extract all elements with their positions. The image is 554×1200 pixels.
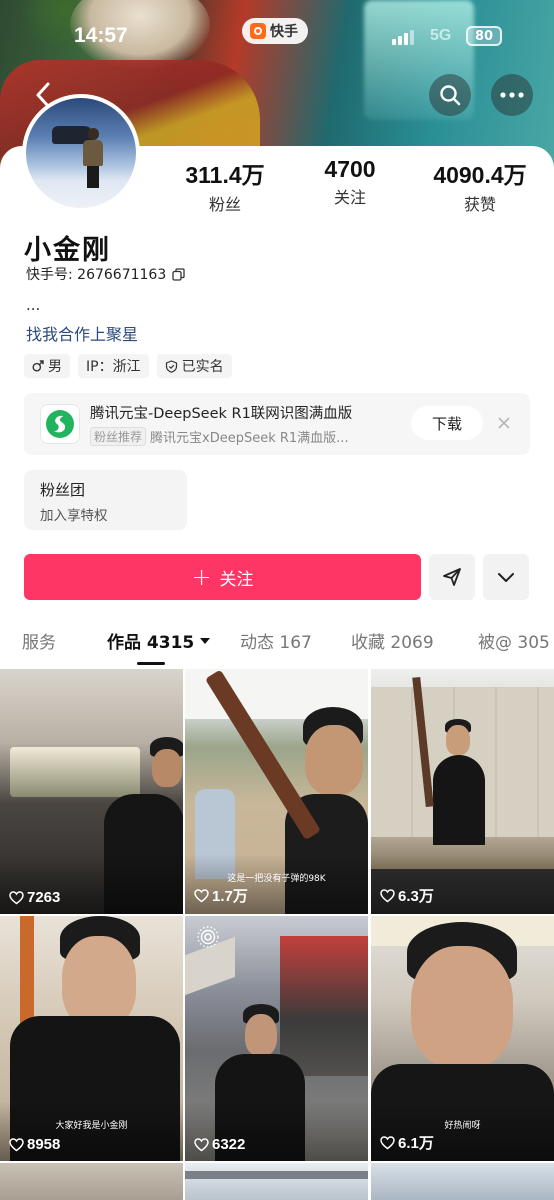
tab-mentions[interactable]: 被@ 305 xyxy=(478,628,550,653)
heart-icon xyxy=(380,888,395,902)
profile-tags: 男 IP：浙江 已实名 xyxy=(24,354,232,378)
bio-text: ... xyxy=(26,296,41,314)
app-name: 快手 xyxy=(270,24,298,40)
more-dots-icon xyxy=(500,92,524,98)
active-tab-indicator xyxy=(137,662,165,665)
tag-label: IP：浙江 xyxy=(86,359,141,375)
expand-button[interactable] xyxy=(483,554,529,600)
tab-label: 被@ 305 xyxy=(478,633,550,653)
stat-likes[interactable]: 4090.4万 获赞 xyxy=(420,156,540,215)
caret-down-icon xyxy=(200,637,211,644)
app-ad-banner[interactable]: 腾讯元宝-DeepSeek R1联网识图满血版 粉丝推荐 腾讯元宝xDeepSe… xyxy=(24,393,530,455)
video-likes: 1.7万 xyxy=(194,885,248,906)
verified-shield-icon xyxy=(165,359,177,373)
tab-moments[interactable]: 动态 167 xyxy=(240,628,312,653)
send-icon xyxy=(443,568,461,586)
video-thumbnail[interactable]: 大家好我是小金刚 8958 xyxy=(0,916,183,1161)
video-thumbnail[interactable]: 这是一把没有子弹的98K 1.7万 xyxy=(185,669,368,914)
app-indicator-pill[interactable]: 快手 xyxy=(242,18,308,44)
kwai-id-text: 快手号: 2676671163 xyxy=(26,267,167,283)
bio-link[interactable]: 找我合作上聚星 xyxy=(26,321,138,345)
yuanbao-logo-icon xyxy=(40,404,80,444)
ad-subtitle: 腾讯元宝xDeepSeek R1满血版... xyxy=(150,431,349,446)
follow-label: 关注 xyxy=(219,569,254,590)
profile-stats: 311.4万 粉丝 4700 关注 4090.4万 获赞 xyxy=(170,156,540,215)
stat-fans[interactable]: 311.4万 粉丝 xyxy=(170,156,280,215)
search-icon xyxy=(440,85,461,106)
search-button[interactable] xyxy=(429,74,471,116)
stat-label: 获赞 xyxy=(463,195,496,214)
video-caption: 大家好我是小金刚 xyxy=(55,1121,128,1131)
tab-services[interactable]: 服务 xyxy=(22,628,56,653)
heart-icon xyxy=(380,1135,395,1149)
tag-gender: 男 xyxy=(24,354,70,378)
send-message-button[interactable] xyxy=(429,554,475,600)
stat-value: 311.4万 xyxy=(185,162,265,188)
fans-club-title: 粉丝团 xyxy=(40,481,86,499)
avatar[interactable] xyxy=(22,94,140,212)
battery-level: 80 xyxy=(474,28,494,44)
kuaishou-logo-icon xyxy=(250,23,266,39)
more-button[interactable] xyxy=(491,74,533,116)
plus-icon: + xyxy=(191,563,212,591)
heart-icon xyxy=(194,1137,209,1151)
close-ad-button[interactable] xyxy=(494,413,514,433)
video-likes: 6.1万 xyxy=(380,1132,434,1153)
ad-subtitle-row: 粉丝推荐 腾讯元宝xDeepSeek R1满血版... xyxy=(90,427,349,446)
tag-ip: IP：浙江 xyxy=(78,354,149,378)
profile-tabs: 服务 作品 4315 动态 167 收藏 2069 被@ 305 xyxy=(0,628,554,668)
video-likes: 7263 xyxy=(9,889,60,906)
signal-icon xyxy=(392,30,414,45)
stat-label: 粉丝 xyxy=(208,195,241,214)
follow-button[interactable]: + 关注 xyxy=(24,554,421,600)
male-icon xyxy=(32,360,44,372)
ad-title: 腾讯元宝-DeepSeek R1联网识图满血版 xyxy=(90,406,353,422)
heart-icon xyxy=(9,1137,24,1151)
video-thumbnail[interactable] xyxy=(185,1163,368,1200)
tab-favorites[interactable]: 收藏 2069 xyxy=(351,628,434,653)
video-likes: 6.3万 xyxy=(380,885,434,906)
tab-label: 动态 167 xyxy=(240,633,312,653)
stat-value: 4090.4万 xyxy=(433,162,527,188)
close-icon xyxy=(498,417,510,429)
video-caption: 好热闹呀 xyxy=(444,1121,481,1131)
video-caption: 这是一把没有子弹的98K xyxy=(227,874,326,884)
video-thumbnail[interactable]: 好热闹呀 6.1万 xyxy=(371,916,554,1161)
download-button[interactable]: 下载 xyxy=(411,406,483,440)
chevron-down-icon xyxy=(498,573,514,582)
stat-value: 4700 xyxy=(324,156,376,182)
ad-badge: 粉丝推荐 xyxy=(90,427,147,446)
copy-icon[interactable] xyxy=(172,267,185,281)
kwai-id[interactable]: 快手号: 2676671163 xyxy=(26,264,185,284)
tab-label: 作品 4315 xyxy=(107,633,195,653)
tag-verified: 已实名 xyxy=(156,354,232,378)
tag-label: 男 xyxy=(48,359,62,375)
tab-label: 服务 xyxy=(22,633,56,653)
profile-name: 小金刚 xyxy=(24,235,111,266)
tab-label: 收藏 2069 xyxy=(351,633,434,653)
heart-icon xyxy=(194,888,209,902)
video-thumbnail[interactable]: 7263 xyxy=(0,669,183,914)
stat-following[interactable]: 4700 关注 xyxy=(305,156,395,215)
video-thumbnail[interactable]: 6.3万 xyxy=(371,669,554,914)
live-photo-icon xyxy=(197,926,219,948)
video-thumbnail[interactable] xyxy=(0,1163,183,1200)
network-type: 5G xyxy=(430,27,452,44)
stat-label: 关注 xyxy=(333,188,366,207)
status-time: 14:57 xyxy=(74,24,128,47)
video-likes: 6322 xyxy=(194,1136,245,1153)
tag-label: 已实名 xyxy=(181,359,224,375)
heart-icon xyxy=(9,890,24,904)
tab-works[interactable]: 作品 4315 xyxy=(107,628,211,653)
video-likes: 8958 xyxy=(9,1136,60,1153)
battery-icon: 80 xyxy=(466,26,502,46)
fans-club-card[interactable]: 粉丝团 加入享特权 xyxy=(24,470,187,530)
video-thumbnail[interactable] xyxy=(371,1163,554,1200)
video-thumbnail[interactable]: 6322 xyxy=(185,916,368,1161)
fans-club-subtitle: 加入享特权 xyxy=(40,508,108,524)
